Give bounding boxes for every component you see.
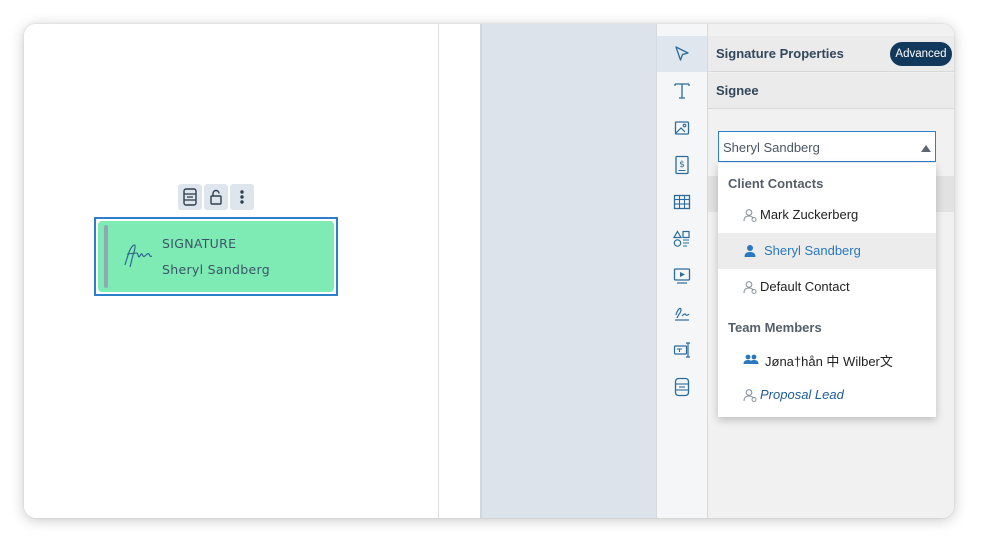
person-icon [744,245,756,257]
dropdown-group-team-members: Team Members [728,320,822,335]
signee-dropdown-list: Client Contacts Mark Zuckerberg Sheryl S… [718,163,936,417]
video-icon [673,268,691,284]
image-icon [674,121,690,135]
properties-header: Signature Properties Advanced [708,36,954,72]
dropdown-option-proposal-lead[interactable]: Proposal Lead [718,377,936,413]
signee-select-value: Sheryl Sandberg [723,140,820,155]
table-icon [673,194,691,210]
document-canvas[interactable]: SIGNATURE Sheryl Sandberg [24,24,480,518]
dropdown-option-sheryl-sandberg[interactable]: Sheryl Sandberg [718,233,936,269]
dropdown-option-label: Mark Zuckerberg [760,207,859,222]
dropdown-option-label: Sheryl Sandberg [764,243,861,258]
rail-item-video[interactable] [657,258,707,294]
rail-item-signature[interactable] [657,295,707,331]
pricing-icon: $ [675,155,689,175]
rail-item-table[interactable] [657,184,707,220]
signature-signee-name: Sheryl Sandberg [162,262,270,277]
element-icon-rail: $ [656,24,708,518]
rail-item-select[interactable] [657,36,707,72]
properties-title: Signature Properties [716,46,844,61]
shapes-icon [673,230,690,247]
team-icon [743,354,759,364]
properties-panel: Signature Properties Advanced Signee She… [708,24,954,518]
field-floating-toolbar [178,184,254,210]
text-icon [674,83,690,99]
field-settings-icon [183,188,197,206]
form-field-icon [674,377,690,397]
signature-drag-handle[interactable] [104,225,108,288]
contact-icon [743,281,757,294]
signature-icon [675,307,690,321]
signee-section-header[interactable]: Signee [708,73,954,109]
caret-up-icon[interactable] [921,145,931,152]
rail-item-shapes[interactable] [657,221,707,257]
more-options-button[interactable] [230,184,254,210]
advanced-button[interactable]: Advanced [890,42,952,66]
pointer-icon [675,46,689,61]
more-vertical-icon [240,190,244,204]
dropdown-option-label: Jøna†hån 中 Wilber文 [765,354,893,369]
canvas-gutter [480,24,656,518]
dropdown-option-jonathan-wilber[interactable]: Jøna†hån 中 Wilber文 [718,341,936,377]
dropdown-option-label: Proposal Lead [760,387,844,402]
signature-label: SIGNATURE [162,236,237,251]
text-field-icon [673,342,690,358]
signee-select[interactable]: Sheryl Sandberg [718,131,936,162]
dropdown-option-default-contact[interactable]: Default Contact [718,269,936,305]
rail-item-form-field[interactable] [657,369,707,405]
signature-scribble-icon [124,244,153,268]
rail-item-image[interactable] [657,110,707,146]
svg-text:$: $ [679,160,685,170]
unlock-icon [210,189,222,205]
signature-field[interactable]: SIGNATURE Sheryl Sandberg [94,217,338,296]
rail-item-text[interactable] [657,73,707,109]
editor-window: SIGNATURE Sheryl Sandberg $ Signature Pr… [24,24,954,518]
page-margin-line [438,24,439,518]
field-settings-button[interactable] [178,184,202,210]
rail-item-pricing[interactable]: $ [657,147,707,183]
signee-section-title: Signee [716,83,759,98]
contact-icon [743,389,757,402]
signature-field-body: SIGNATURE Sheryl Sandberg [98,221,334,292]
dropdown-group-client-contacts: Client Contacts [728,176,824,191]
lock-toggle-button[interactable] [204,184,228,210]
rail-item-text-field[interactable] [657,332,707,368]
dropdown-option-mark-zuckerberg[interactable]: Mark Zuckerberg [718,197,936,233]
contact-icon [743,209,757,222]
dropdown-option-label: Default Contact [760,279,850,294]
